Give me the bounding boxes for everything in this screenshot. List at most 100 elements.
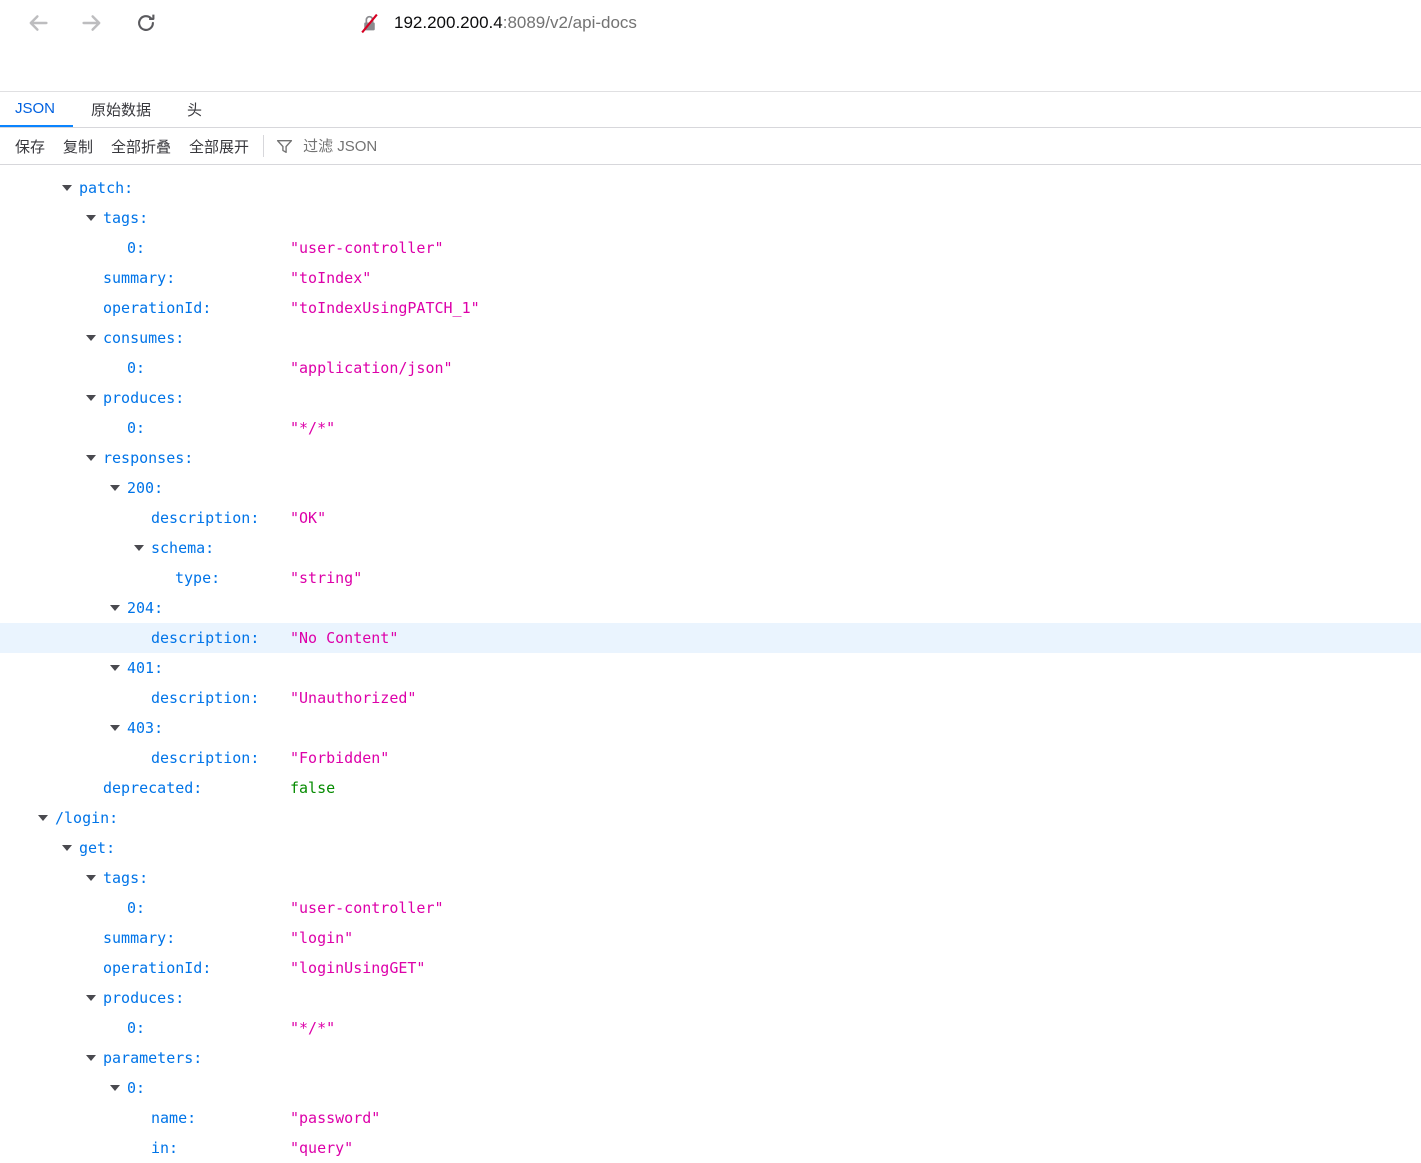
- json-tree-row[interactable]: tags:: [0, 203, 1421, 233]
- json-key: in:: [151, 1139, 179, 1157]
- json-tree-row[interactable]: description: "No Content": [0, 623, 1421, 653]
- json-tree-row[interactable]: deprecated: false: [0, 773, 1421, 803]
- json-key: consumes:: [103, 329, 185, 347]
- expand-collapse-arrow-icon[interactable]: [62, 845, 72, 851]
- expand-collapse-arrow-icon[interactable]: [86, 455, 96, 461]
- reload-icon: [138, 14, 155, 31]
- json-tree-row[interactable]: tags:: [0, 863, 1421, 893]
- json-key: 200:: [127, 479, 164, 497]
- expand-collapse-arrow-icon[interactable]: [38, 815, 48, 821]
- expand-collapse-arrow-icon[interactable]: [86, 215, 96, 221]
- expand-collapse-arrow-icon[interactable]: [110, 1085, 120, 1091]
- json-toolbar: 保存 复制 全部折叠 全部展开: [0, 128, 1421, 165]
- json-key: name:: [151, 1109, 197, 1127]
- json-tree-row[interactable]: description: "Unauthorized": [0, 683, 1421, 713]
- json-tree-row[interactable]: responses:: [0, 443, 1421, 473]
- forward-button[interactable]: [79, 10, 105, 36]
- json-tree-row[interactable]: 200:: [0, 473, 1421, 503]
- tab-json[interactable]: JSON: [0, 92, 74, 127]
- browser-chrome: 192.200.200.4:8089/v2/api-docs: [0, 0, 1421, 92]
- json-value: "*/*": [290, 419, 336, 437]
- json-tree-row[interactable]: consumes:: [0, 323, 1421, 353]
- json-value: "Unauthorized": [290, 689, 417, 707]
- json-tree-row[interactable]: description: "OK": [0, 503, 1421, 533]
- tab-raw-data[interactable]: 原始数据: [73, 92, 169, 127]
- json-tree-row[interactable]: type: "string": [0, 563, 1421, 593]
- json-value: "string": [290, 569, 363, 587]
- json-tree-row[interactable]: patch:: [0, 173, 1421, 203]
- json-tree: patch: tags: 0: "user-controller" summar…: [0, 165, 1421, 1163]
- expand-collapse-arrow-icon[interactable]: [86, 1055, 96, 1061]
- save-button[interactable]: 保存: [15, 134, 45, 159]
- expand-collapse-arrow-icon[interactable]: [62, 185, 72, 191]
- expand-collapse-arrow-icon[interactable]: [110, 485, 120, 491]
- json-value: "No Content": [290, 629, 399, 647]
- filter-json-input[interactable]: [301, 136, 532, 156]
- json-value: "Forbidden": [290, 749, 390, 767]
- json-key: 401:: [127, 659, 164, 677]
- url-bar[interactable]: 192.200.200.4:8089/v2/api-docs: [394, 13, 637, 33]
- json-tree-row[interactable]: 0: "application/json": [0, 353, 1421, 383]
- json-key: schema:: [151, 539, 215, 557]
- json-tree-row[interactable]: 0:: [0, 1073, 1421, 1103]
- expand-collapse-arrow-icon[interactable]: [110, 605, 120, 611]
- reload-button[interactable]: [133, 10, 159, 36]
- json-tree-row[interactable]: summary: "toIndex": [0, 263, 1421, 293]
- insecure-lock-icon[interactable]: [359, 12, 380, 35]
- json-key: description:: [151, 689, 260, 707]
- tab-headers[interactable]: 头: [169, 92, 220, 127]
- expand-collapse-arrow-icon[interactable]: [86, 335, 96, 341]
- json-key: deprecated:: [103, 779, 203, 797]
- json-key: description:: [151, 629, 260, 647]
- json-value: "query": [290, 1139, 354, 1157]
- collapse-all-button[interactable]: 全部折叠: [111, 134, 171, 159]
- json-tree-row[interactable]: schema:: [0, 533, 1421, 563]
- expand-collapse-arrow-icon[interactable]: [86, 395, 96, 401]
- expand-collapse-arrow-icon[interactable]: [86, 995, 96, 1001]
- expand-collapse-arrow-icon[interactable]: [110, 665, 120, 671]
- json-tree-row[interactable]: in: "query": [0, 1133, 1421, 1163]
- json-key: description:: [151, 509, 260, 527]
- json-key: description:: [151, 749, 260, 767]
- json-value: "user-controller": [290, 899, 444, 917]
- expand-collapse-arrow-icon[interactable]: [134, 545, 144, 551]
- json-value: "toIndex": [290, 269, 372, 287]
- json-tree-row[interactable]: 401:: [0, 653, 1421, 683]
- json-key: 204:: [127, 599, 164, 617]
- json-value: "loginUsingGET": [290, 959, 426, 977]
- expand-all-button[interactable]: 全部展开: [189, 134, 249, 159]
- json-tree-row[interactable]: description: "Forbidden": [0, 743, 1421, 773]
- json-key: summary:: [103, 269, 176, 287]
- json-tree-row[interactable]: 0: "*/*": [0, 413, 1421, 443]
- json-tree-row[interactable]: 0: "user-controller": [0, 233, 1421, 263]
- json-key: 0:: [127, 1079, 146, 1097]
- json-tree-row[interactable]: parameters:: [0, 1043, 1421, 1073]
- json-tree-row[interactable]: /login:: [0, 803, 1421, 833]
- json-tree-row[interactable]: 0: "user-controller": [0, 893, 1421, 923]
- json-tree-row[interactable]: produces:: [0, 383, 1421, 413]
- back-arrow-icon: [29, 15, 48, 31]
- navigation-row: 192.200.200.4:8089/v2/api-docs: [0, 0, 1421, 46]
- json-tree-row[interactable]: name: "password": [0, 1103, 1421, 1133]
- json-key: 0:: [127, 359, 146, 377]
- copy-button[interactable]: 复制: [63, 134, 93, 159]
- json-tree-row[interactable]: operationId: "loginUsingGET": [0, 953, 1421, 983]
- filter-json-box: [276, 136, 532, 156]
- json-value: "password": [290, 1109, 381, 1127]
- url-path: :8089/v2/api-docs: [502, 13, 637, 32]
- json-key: 0:: [127, 419, 146, 437]
- back-button[interactable]: [25, 10, 51, 36]
- url-host: 192.200.200.4: [394, 13, 503, 32]
- json-tree-row[interactable]: produces:: [0, 983, 1421, 1013]
- json-key: 0:: [127, 1019, 146, 1037]
- json-tree-row[interactable]: operationId: "toIndexUsingPATCH_1": [0, 293, 1421, 323]
- json-value: "application/json": [290, 359, 453, 377]
- json-tree-row[interactable]: get:: [0, 833, 1421, 863]
- json-tree-row[interactable]: 204:: [0, 593, 1421, 623]
- json-tree-row[interactable]: 0: "*/*": [0, 1013, 1421, 1043]
- json-tree-row[interactable]: summary: "login": [0, 923, 1421, 953]
- filter-funnel-icon: [276, 139, 293, 153]
- expand-collapse-arrow-icon[interactable]: [110, 725, 120, 731]
- json-tree-row[interactable]: 403:: [0, 713, 1421, 743]
- expand-collapse-arrow-icon[interactable]: [86, 875, 96, 881]
